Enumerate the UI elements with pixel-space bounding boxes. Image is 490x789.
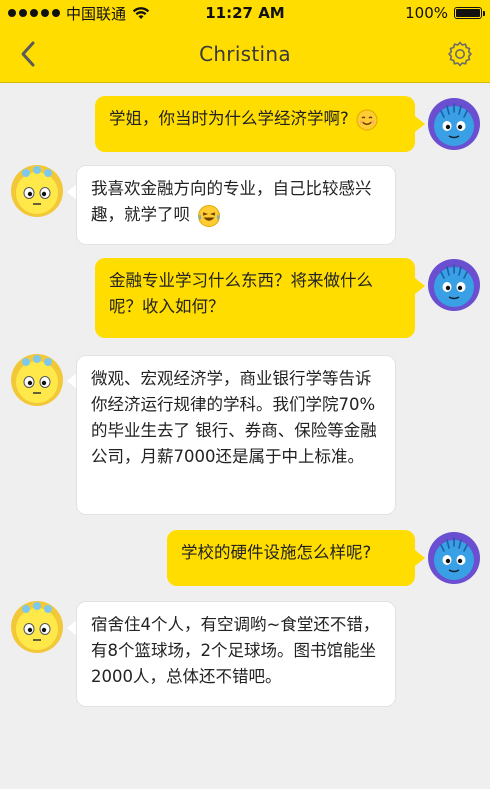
- status-right: 100%: [405, 4, 485, 22]
- outgoing-bubble[interactable]: 学姐，你当时为什么学经济学啊?: [95, 96, 415, 152]
- signal-strength-icon: [8, 9, 60, 17]
- back-button[interactable]: [12, 38, 44, 70]
- chevron-left-icon: [21, 41, 35, 67]
- gear-icon: [448, 41, 472, 67]
- page-title: Christina: [199, 42, 291, 66]
- bubble-tail: [415, 116, 425, 132]
- battery-percent: 100%: [405, 4, 448, 22]
- self-avatar[interactable]: [427, 531, 481, 585]
- incoming-bubble[interactable]: 微观、宏观经济学，商业银行学等告诉你经济运行规律的学科。我们学院70%的毕业生去…: [76, 355, 396, 515]
- incoming-bubble[interactable]: 我喜欢金融方向的专业，自己比较感兴趣，就学了呗: [76, 165, 396, 245]
- message-text: 微观、宏观经济学，商业银行学等告诉你经济运行规律的学科。我们学院70%的毕业生去…: [91, 369, 377, 466]
- laughing-tears-emoji: [198, 204, 221, 227]
- nav-bar: Christina: [0, 26, 490, 83]
- contact-avatar[interactable]: [10, 353, 64, 407]
- smiling-face-emoji: [356, 109, 378, 130]
- carrier-label: 中国联通: [66, 4, 127, 23]
- battery-icon: [454, 7, 485, 19]
- contact-avatar[interactable]: [10, 164, 64, 218]
- contact-avatar[interactable]: [10, 600, 64, 654]
- status-bar: 中国联通 11:27 AM 100%: [0, 0, 490, 26]
- battery-level: [456, 9, 480, 17]
- settings-button[interactable]: [444, 38, 476, 70]
- message-text: 学姐，你当时为什么学经济学啊?: [109, 109, 349, 128]
- wifi-icon: [132, 7, 150, 19]
- outgoing-bubble[interactable]: 学校的硬件设施怎么样呢?: [167, 530, 415, 586]
- self-avatar[interactable]: [427, 97, 481, 151]
- message-text: 宿舍住4个人，有空调哟~食堂还不错，有8个篮球场，2个足球场。图书馆能坐2000…: [91, 615, 380, 686]
- bubble-tail: [415, 278, 425, 294]
- message-text: 学校的硬件设施怎么样呢?: [181, 543, 372, 562]
- bubble-tail: [415, 550, 425, 566]
- incoming-bubble[interactable]: 宿舍住4个人，有空调哟~食堂还不错，有8个篮球场，2个足球场。图书馆能坐2000…: [76, 601, 396, 707]
- outgoing-bubble[interactable]: 金融专业学习什么东西？将来做什么呢？收入如何？: [95, 258, 415, 338]
- message-text: 金融专业学习什么东西？将来做什么呢？收入如何？: [109, 271, 373, 316]
- status-left: 中国联通: [8, 3, 150, 24]
- self-avatar[interactable]: [427, 258, 481, 312]
- message-text: 我喜欢金融方向的专业，自己比较感兴趣，就学了呗: [91, 179, 372, 224]
